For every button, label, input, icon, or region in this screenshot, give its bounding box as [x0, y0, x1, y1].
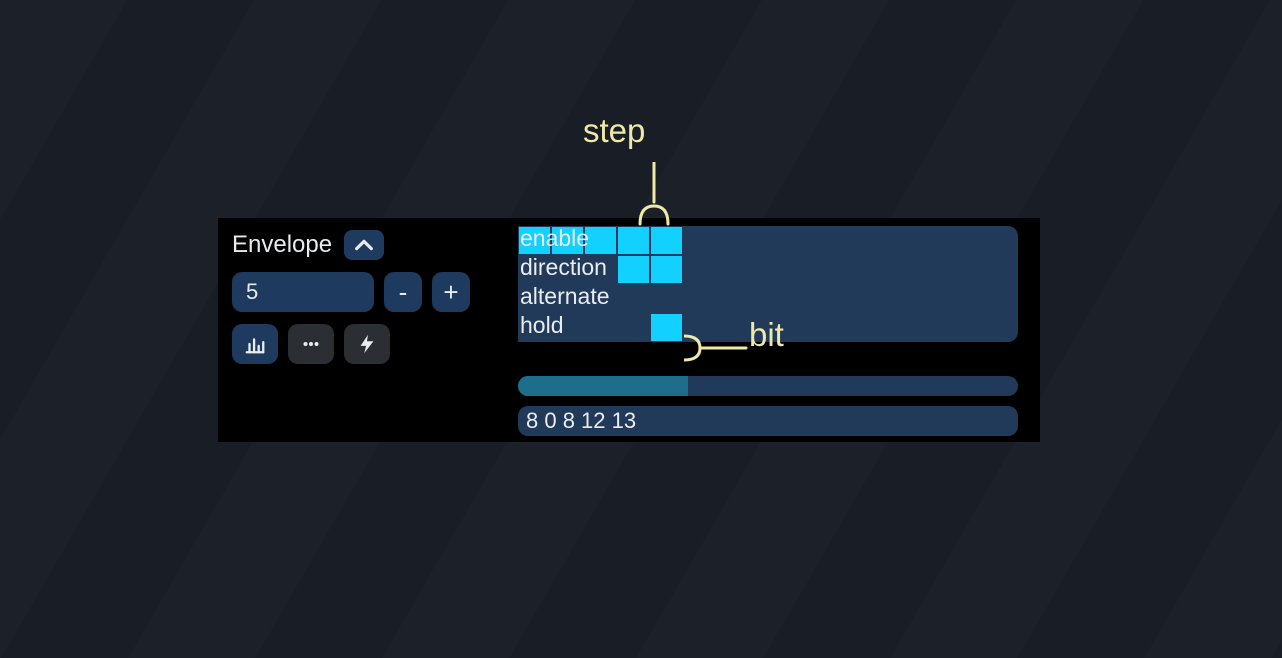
bit-cell[interactable] — [914, 284, 947, 313]
bit-cell[interactable] — [683, 313, 716, 342]
bit-on — [651, 227, 682, 254]
bit-on — [651, 314, 682, 341]
bit-cell[interactable] — [881, 284, 914, 313]
bit-on — [552, 227, 583, 254]
bit-cell[interactable] — [947, 284, 980, 313]
bit-cell[interactable] — [584, 313, 617, 342]
bit-cell[interactable] — [815, 284, 848, 313]
bit-cell[interactable] — [551, 284, 584, 313]
trigger-button[interactable] — [344, 324, 390, 364]
bit-cell[interactable] — [716, 255, 749, 284]
bit-cell[interactable] — [584, 255, 617, 284]
ellipsis-icon — [298, 333, 324, 355]
bit-cell[interactable] — [650, 255, 683, 284]
bit-on — [585, 227, 616, 254]
increment-button[interactable]: + — [432, 272, 470, 312]
collapse-button[interactable] — [344, 230, 384, 260]
progress-bar[interactable] — [518, 376, 1018, 396]
bit-cell[interactable] — [848, 284, 881, 313]
grid-row-alternate: alternate — [518, 284, 1018, 313]
bit-cell[interactable] — [914, 226, 947, 255]
grid-row-direction: direction — [518, 255, 1018, 284]
bit-cell[interactable] — [551, 255, 584, 284]
bit-cell[interactable] — [749, 226, 782, 255]
bit-cell[interactable] — [881, 313, 914, 342]
left-controls: Envelope 5 - + — [232, 230, 500, 364]
bit-cell[interactable] — [980, 255, 1013, 284]
bit-cell[interactable] — [782, 284, 815, 313]
envelope-panel: Envelope 5 - + — [218, 218, 1040, 442]
bit-cell[interactable] — [551, 226, 584, 255]
bit-cell[interactable] — [518, 226, 551, 255]
bit-cell[interactable] — [617, 226, 650, 255]
grid-row-hold: hold — [518, 313, 1018, 342]
bit-cell[interactable] — [815, 255, 848, 284]
bit-cell[interactable] — [650, 226, 683, 255]
values-input[interactable]: 8 0 8 12 13 — [518, 406, 1018, 436]
progress-fill — [518, 376, 688, 396]
bit-cell[interactable] — [848, 226, 881, 255]
bit-cell[interactable] — [947, 255, 980, 284]
panel-title: Envelope — [232, 231, 332, 259]
grid-row-enable: enable — [518, 226, 1018, 255]
bit-cell[interactable] — [947, 226, 980, 255]
bit-cell[interactable] — [518, 313, 551, 342]
bit-cell[interactable] — [848, 313, 881, 342]
bit-cell[interactable] — [716, 284, 749, 313]
bit-cell[interactable] — [848, 255, 881, 284]
bit-cell[interactable] — [914, 313, 947, 342]
bit-cell[interactable] — [947, 313, 980, 342]
bit-cell[interactable] — [980, 284, 1013, 313]
bit-cell[interactable] — [716, 313, 749, 342]
bit-cell[interactable] — [980, 313, 1013, 342]
chevron-up-icon — [353, 236, 375, 254]
lightning-icon — [354, 333, 380, 355]
bit-cell[interactable] — [914, 255, 947, 284]
bit-cell[interactable] — [617, 313, 650, 342]
bit-cell[interactable] — [815, 226, 848, 255]
bit-cell[interactable] — [584, 284, 617, 313]
bit-cell[interactable] — [650, 284, 683, 313]
bit-cell[interactable] — [815, 313, 848, 342]
bit-cell[interactable] — [617, 255, 650, 284]
bit-cell[interactable] — [716, 226, 749, 255]
bit-cell[interactable] — [683, 255, 716, 284]
bit-cell[interactable] — [518, 284, 551, 313]
bit-on — [519, 227, 550, 254]
more-button[interactable] — [288, 324, 334, 364]
bit-cell[interactable] — [518, 255, 551, 284]
bit-on — [618, 227, 649, 254]
bit-on — [651, 256, 682, 283]
bit-cell[interactable] — [683, 226, 716, 255]
bit-cell[interactable] — [749, 284, 782, 313]
bit-cell[interactable] — [881, 226, 914, 255]
bar-chart-icon — [242, 333, 268, 355]
bit-cell[interactable] — [551, 313, 584, 342]
bit-cell[interactable] — [749, 255, 782, 284]
bars-button[interactable] — [232, 324, 278, 364]
bit-cell[interactable] — [683, 284, 716, 313]
bit-cell[interactable] — [782, 255, 815, 284]
bit-cell[interactable] — [782, 226, 815, 255]
bit-cell[interactable] — [617, 284, 650, 313]
bit-cell[interactable] — [584, 226, 617, 255]
step-count-input[interactable]: 5 — [232, 272, 374, 312]
bit-cell[interactable] — [980, 226, 1013, 255]
bit-cell[interactable] — [881, 255, 914, 284]
bit-on — [618, 256, 649, 283]
bit-cell[interactable] — [782, 313, 815, 342]
bit-cell[interactable] — [749, 313, 782, 342]
decrement-button[interactable]: - — [384, 272, 422, 312]
bit-cell[interactable] — [650, 313, 683, 342]
